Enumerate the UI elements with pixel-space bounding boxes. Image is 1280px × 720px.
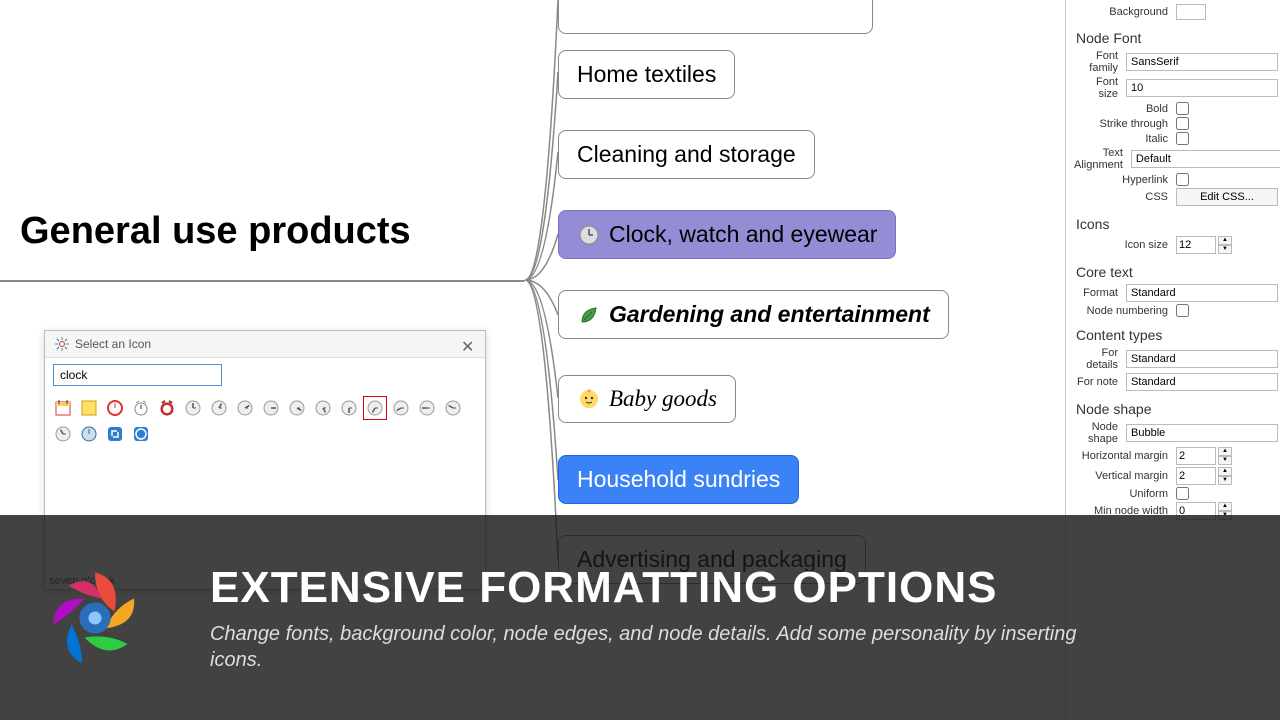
font-size-input[interactable] [1126,79,1278,97]
clock-11-icon[interactable] [441,396,465,420]
node-cleaning-storage[interactable]: Cleaning and storage [558,130,815,179]
node-household-sundries[interactable]: Household sundries [558,455,799,504]
clock-blue-icon[interactable] [77,422,101,446]
icon-search-input[interactable] [53,364,222,386]
format-select[interactable] [1126,284,1278,302]
node-shape-section: Node shape [1074,401,1280,417]
hmargin-input[interactable] [1176,447,1216,465]
clock-1-icon[interactable] [181,396,205,420]
clock-5-icon[interactable] [285,396,309,420]
vmargin-input[interactable] [1176,467,1216,485]
leaf-icon [577,303,601,327]
node-shape-select[interactable] [1126,424,1278,442]
italic-checkbox[interactable] [1176,132,1189,145]
alarm-clock-icon[interactable] [129,396,153,420]
background-swatch[interactable] [1176,4,1206,20]
edit-css-button[interactable]: Edit CSS... [1176,188,1278,206]
promo-title: EXTENSIVE FORMATTING OPTIONS [210,563,1110,613]
red-alarm-icon[interactable] [155,396,179,420]
clock-2-icon[interactable] [207,396,231,420]
clock-7-icon[interactable] [337,396,361,420]
node-numbering-checkbox[interactable] [1176,304,1189,317]
background-label: Background [1074,6,1176,18]
clock-10-icon[interactable] [415,396,439,420]
clock-12-icon[interactable] [51,422,75,446]
gear-icon [55,337,69,351]
app-logo [30,553,160,683]
node-font-section: Node Font [1074,30,1280,46]
node-home-textiles[interactable]: Home textiles [558,50,735,99]
hyperlink-checkbox[interactable] [1176,173,1189,186]
promo-subtitle: Change fonts, background color, node edg… [210,621,1110,673]
clock-3-icon[interactable] [233,396,257,420]
dialog-title: Select an Icon [75,337,461,351]
for-note-select[interactable] [1126,373,1278,391]
dialog-header: Select an Icon ✕ [45,331,485,358]
bold-checkbox[interactable] [1176,102,1189,115]
promo-overlay: EXTENSIVE FORMATTING OPTIONS Change font… [0,515,1280,720]
sync-icon[interactable] [129,422,153,446]
stop-clock-icon[interactable] [103,396,127,420]
for-details-select[interactable] [1126,350,1278,368]
icon-size-input[interactable] [1176,236,1216,254]
baby-icon [577,387,601,411]
uniform-checkbox[interactable] [1176,487,1189,500]
node-baby-goods[interactable]: Baby goods [558,375,736,423]
icon-grid [45,392,485,450]
refresh-icon[interactable] [103,422,127,446]
node-partial-top[interactable]: ⠀⠀⠀⠀⠀⠀⠀⠀⠀⠀⠀⠀⠀⠀⠀⠀⠀⠀⠀⠀⠀ [558,0,873,34]
icons-section: Icons [1074,216,1280,232]
core-text-section: Core text [1074,264,1280,280]
clock-9-icon[interactable] [389,396,413,420]
text-align-select[interactable] [1131,150,1280,168]
node-clock-watch-eyewear[interactable]: Clock, watch and eyewear [558,210,896,259]
sticky-note-icon[interactable] [77,396,101,420]
root-node[interactable]: General use products [20,210,411,253]
clock-4-icon[interactable] [259,396,283,420]
root-edge [0,280,525,282]
spin-down[interactable]: ▼ [1218,245,1232,254]
content-types-section: Content types [1074,327,1280,343]
node-gardening-entertainment[interactable]: Gardening and entertainment [558,290,949,339]
strike-checkbox[interactable] [1176,117,1189,130]
clock-6-icon[interactable] [311,396,335,420]
clock-icon [577,223,601,247]
calendar-icon[interactable] [51,396,75,420]
clock-8-icon[interactable] [363,396,387,420]
spin-up[interactable]: ▲ [1218,236,1232,245]
close-icon[interactable]: ✕ [461,337,475,351]
font-family-select[interactable] [1126,53,1278,71]
